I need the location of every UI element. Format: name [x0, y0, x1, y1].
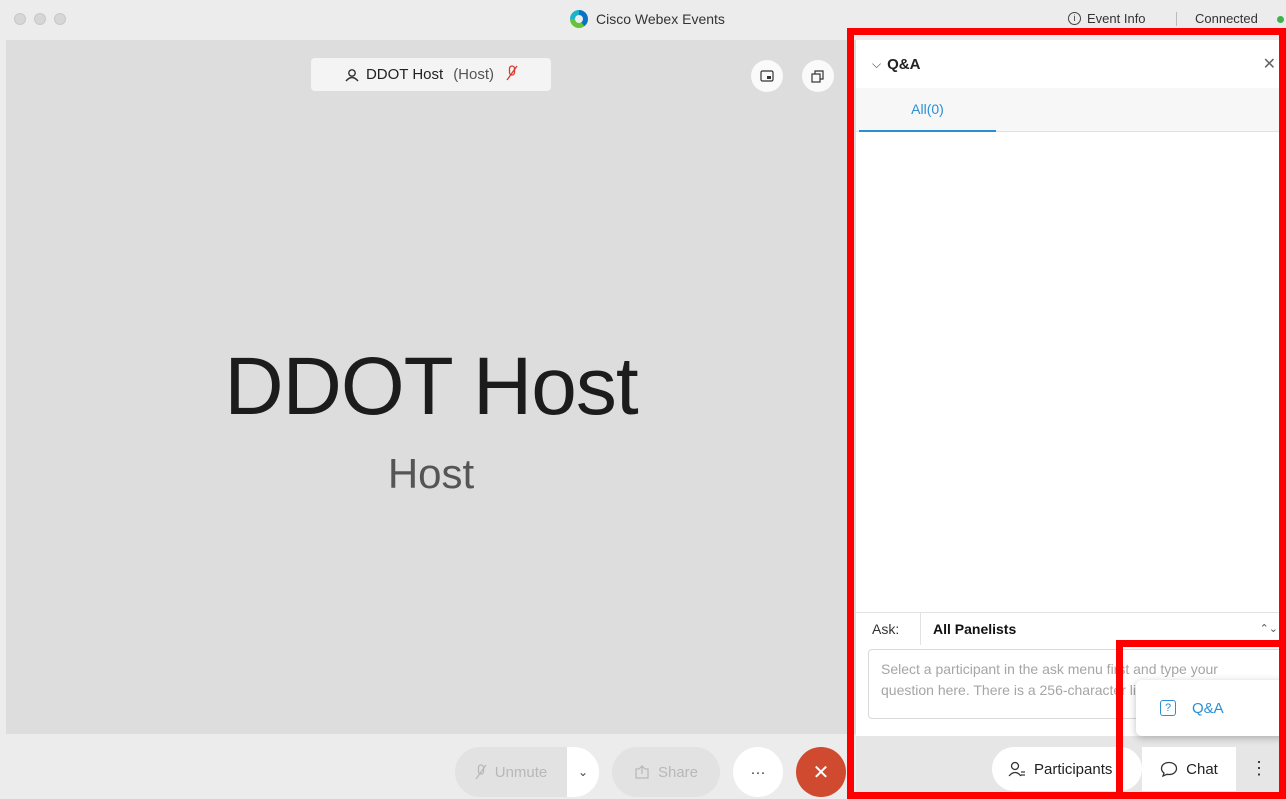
active-speaker-label: DDOT Host (Host)	[311, 58, 551, 91]
more-dots-icon: ···	[750, 763, 766, 781]
audio-options-dropdown[interactable]: ⌄	[567, 747, 599, 797]
speaker-name: DDOT Host	[365, 66, 444, 83]
multiple-windows-icon	[811, 70, 824, 83]
video-stage: DDOT Host (Host) DDOT Host Host	[6, 40, 856, 734]
close-window-button[interactable]	[14, 13, 26, 25]
share-label: Share	[657, 763, 699, 781]
participant-display-name: DDOT Host	[224, 341, 638, 432]
zoom-window-button[interactable]	[54, 13, 66, 25]
leave-meeting-button[interactable]: ✕	[796, 747, 846, 797]
chevron-down-icon: ⌄	[577, 765, 589, 779]
layout-switch-button[interactable]	[802, 60, 834, 92]
app-title: Cisco Webex Events	[570, 10, 725, 28]
info-icon: i	[1068, 12, 1081, 25]
highlight-panel-menu	[1116, 640, 1286, 799]
unmute-button[interactable]: Unmute	[455, 747, 567, 797]
share-button[interactable]: Share	[612, 747, 720, 797]
unmute-label: Unmute	[494, 763, 548, 781]
muted-mic-icon	[506, 65, 518, 84]
picture-in-picture-button[interactable]	[751, 60, 783, 92]
mic-off-icon	[475, 764, 487, 780]
title-separator	[1176, 12, 1177, 26]
share-icon	[635, 765, 649, 779]
event-info-label: Event Info	[1087, 11, 1146, 26]
more-options-button[interactable]: ···	[733, 747, 783, 797]
webex-logo-icon	[570, 10, 588, 28]
event-info-button[interactable]: i Event Info	[1068, 11, 1146, 26]
minimize-window-button[interactable]	[34, 13, 46, 25]
connection-status: Connected	[1195, 11, 1258, 26]
window-title: Cisco Webex Events	[596, 11, 725, 27]
close-icon: ✕	[812, 761, 830, 784]
host-icon	[345, 68, 359, 81]
participant-display-role: Host	[387, 450, 475, 497]
connection-status-dot-icon	[1277, 16, 1284, 23]
pip-icon	[760, 70, 774, 82]
speaker-role: (Host)	[453, 66, 495, 83]
